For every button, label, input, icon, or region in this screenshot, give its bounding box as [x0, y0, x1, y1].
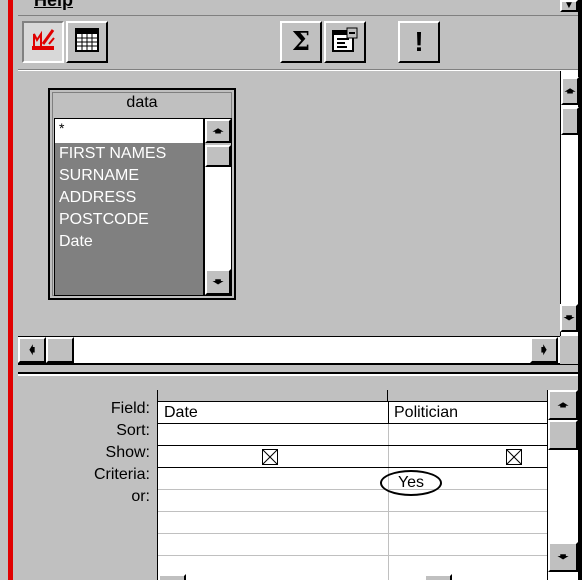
criteria-cell-date[interactable]	[164, 469, 384, 489]
grid-extra-row	[158, 512, 547, 534]
table-pane-vscrollbar[interactable]: 🡁	[560, 71, 579, 336]
table-pane-scroll-down-button[interactable]: 🡃	[560, 304, 578, 332]
totals-button[interactable]: Σ	[280, 21, 322, 63]
column-selector-politician[interactable]	[388, 390, 547, 402]
field-item[interactable]: POSTCODE	[55, 209, 203, 231]
menu-help[interactable]: Help	[34, 0, 73, 11]
field-item[interactable]: Date	[55, 231, 203, 253]
table-pane-scroll-up-button[interactable]: 🡁	[561, 77, 579, 105]
window-red-edge	[8, 0, 13, 580]
pane-splitter[interactable]	[18, 364, 578, 374]
grid-row-labels: Field: Sort: Show: Criteria: or:	[18, 392, 150, 580]
field-list-scroll-down-button[interactable]: 🡃	[205, 269, 231, 295]
show-checkbox-politician[interactable]	[506, 449, 522, 465]
table-pane-scroll-left-button[interactable]: 🡀	[18, 337, 46, 363]
table-pane-scroll-thumb[interactable]	[561, 107, 579, 135]
sigma-icon: Σ	[291, 27, 311, 57]
toolbar: Σ !	[18, 16, 578, 70]
field-cell-date[interactable]: Date	[164, 403, 198, 423]
table-pane-hscroll-thumb[interactable]	[46, 337, 74, 363]
column-selector-date[interactable]	[158, 390, 388, 402]
qbe-grid: Date Politician Yes	[157, 390, 547, 580]
row-label-field: Field:	[110, 400, 150, 417]
design-view-icon	[29, 26, 57, 59]
sort-cell-politician[interactable]	[394, 425, 544, 445]
menu-bar: Help	[18, 0, 578, 16]
field-list-body: * FIRST NAMES SURNAME ADDRESS POSTCODE D…	[54, 118, 204, 296]
table-pane-hscrollbar[interactable]: 🡀 🡂	[18, 336, 560, 364]
sort-cell-date[interactable]	[164, 425, 384, 445]
show-checkbox-date[interactable]	[262, 449, 278, 465]
field-list-scroll-up-button[interactable]: 🡁	[205, 119, 231, 143]
grid-scroll-up-button[interactable]: 🡁	[548, 390, 578, 420]
datasheet-view-icon	[74, 27, 100, 58]
grid-hscroll-thumb[interactable]	[424, 574, 452, 580]
row-label-show: Show:	[105, 444, 150, 461]
grid-extra-row	[158, 556, 547, 578]
grid-extra-row	[158, 534, 547, 556]
field-cell-politician[interactable]: Politician	[394, 403, 458, 423]
field-list-title: data	[126, 94, 158, 111]
properties-icon	[331, 27, 359, 58]
design-view-button[interactable]	[22, 21, 64, 63]
table-pane-scroll-right-button[interactable]: 🡂	[530, 337, 558, 363]
exclamation-icon: !	[414, 26, 424, 57]
menu-scroll-down-button[interactable]: ▼	[560, 0, 578, 12]
scrollbar-corner	[560, 336, 578, 364]
properties-button[interactable]	[324, 21, 366, 63]
grid-scroll-left-button[interactable]	[158, 574, 186, 580]
datasheet-view-button[interactable]	[66, 21, 108, 63]
grid-or-row	[158, 490, 547, 512]
grid-show-row	[158, 446, 547, 468]
field-list-scroll-thumb[interactable]	[205, 145, 231, 167]
row-label-sort: Sort:	[116, 422, 150, 439]
grid-scroll-down-button[interactable]: 🡃	[548, 542, 578, 572]
field-list-window[interactable]: data * FIRST NAMES SURNAME ADDRESS POSTC…	[48, 88, 236, 300]
field-item[interactable]: FIRST NAMES	[55, 143, 203, 165]
field-list-star-item[interactable]: *	[55, 119, 203, 143]
grid-vscrollbar[interactable]: 🡁 🡃	[547, 390, 578, 580]
grid-field-row	[158, 402, 547, 424]
field-item[interactable]: ADDRESS	[55, 187, 203, 209]
field-item[interactable]: SURNAME	[55, 165, 203, 187]
row-label-criteria: Criteria:	[93, 466, 150, 483]
field-list-scrollbar[interactable]: 🡁 🡃	[204, 118, 232, 296]
row-label-or: or:	[131, 488, 150, 505]
run-button[interactable]: !	[398, 21, 440, 63]
grid-scroll-thumb[interactable]	[548, 420, 578, 450]
